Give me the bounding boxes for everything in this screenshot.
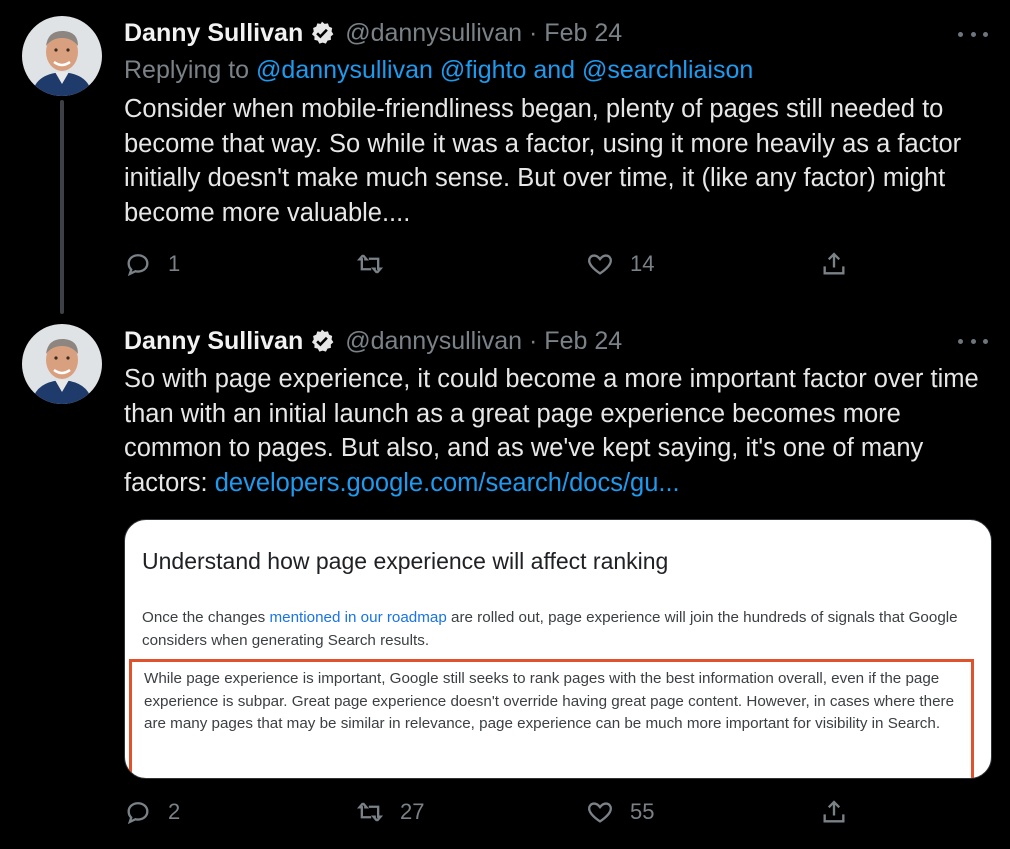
- reply-count: 1: [168, 251, 181, 276]
- tweet-1[interactable]: Danny Sullivan @dannysullivan · Feb 24 R…: [0, 0, 1010, 310]
- tweet-header: Danny Sullivan @dannysullivan · Feb 24: [124, 324, 622, 358]
- replying-prefix: Replying to: [124, 56, 257, 84]
- tweet-header: Danny Sullivan @dannysullivan · Feb 24: [124, 16, 622, 50]
- author-handle-date[interactable]: @dannysullivan · Feb 24: [345, 327, 622, 356]
- tweet-text: Consider when mobile-friendliness began,…: [124, 95, 962, 227]
- share-button[interactable]: [820, 798, 848, 826]
- retweet-icon: [356, 254, 384, 274]
- tweet-actions: 1 14: [124, 250, 854, 290]
- tweet-link[interactable]: developers.google.com/search/docs/gu...: [215, 469, 680, 497]
- retweet-button[interactable]: [356, 250, 400, 278]
- replying-to-links[interactable]: @dannysullivan @fighto and @searchliaiso…: [256, 56, 753, 84]
- tweet-text: So with page experience, it could become…: [124, 362, 994, 500]
- reply-button[interactable]: 2: [124, 798, 180, 826]
- author-handle-date[interactable]: @dannysullivan · Feb 24: [345, 19, 622, 48]
- author-name[interactable]: Danny Sullivan: [124, 327, 303, 356]
- like-button[interactable]: 14: [586, 250, 654, 278]
- replying-to: Replying to @dannysullivan @fighto and @…: [124, 56, 753, 85]
- share-button[interactable]: [820, 250, 848, 278]
- heart-icon: [588, 802, 612, 823]
- like-count: 55: [630, 799, 655, 824]
- share-icon: [823, 252, 845, 275]
- reply-icon: [127, 802, 149, 825]
- verified-badge-icon: [312, 21, 334, 44]
- card-text: Once the changes: [142, 609, 270, 626]
- more-options-icon[interactable]: [958, 331, 988, 351]
- reply-icon: [127, 254, 149, 277]
- author-name[interactable]: Danny Sullivan: [124, 19, 303, 48]
- share-icon: [823, 800, 845, 823]
- heart-icon: [588, 254, 612, 275]
- more-options-icon[interactable]: [958, 24, 988, 44]
- like-button[interactable]: 55: [586, 798, 654, 826]
- retweet-icon: [356, 802, 384, 822]
- retweet-count: 27: [400, 799, 425, 824]
- retweet-button[interactable]: 27: [356, 798, 424, 826]
- card-title: Understand how page experience will affe…: [142, 548, 669, 574]
- reply-count: 2: [168, 799, 181, 824]
- reply-button[interactable]: 1: [124, 250, 180, 278]
- card-paragraph: Once the changes mentioned in our roadma…: [142, 606, 962, 652]
- tweet-actions: 2 27 55: [124, 798, 854, 838]
- card-roadmap-link: mentioned in our roadmap: [269, 609, 447, 626]
- link-card[interactable]: Understand how page experience will affe…: [124, 519, 992, 779]
- verified-badge-icon: [312, 329, 334, 352]
- avatar[interactable]: [22, 16, 102, 96]
- highlighted-paragraph: While page experience is important, Goog…: [129, 659, 974, 778]
- like-count: 14: [630, 251, 655, 276]
- avatar[interactable]: [22, 324, 102, 404]
